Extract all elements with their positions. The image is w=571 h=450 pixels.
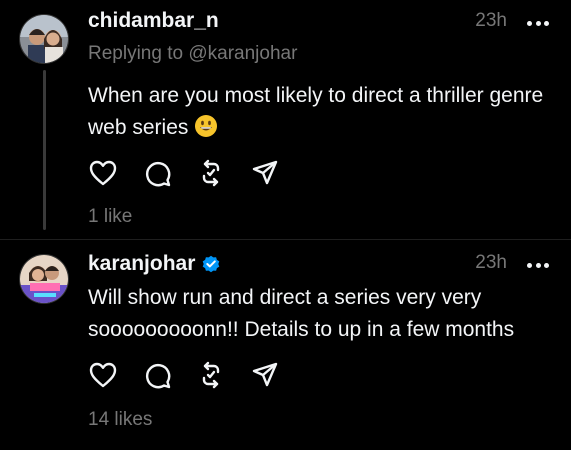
post-text-content: When are you most likely to direct a thr… [88,84,544,139]
post-text: Will show run and direct a series very v… [88,286,515,341]
username[interactable]: chidambar_n [88,9,219,33]
post-text: When are you most likely to direct a thr… [88,80,548,144]
likes-count[interactable]: 1 like [88,206,132,228]
avatar[interactable] [19,254,69,304]
verified-badge-icon [201,254,221,274]
reply-post: chidambar_n 23h Replying to @karanjohar … [0,0,571,240]
reply-post: karanjohar 23h Will show run and direct … [0,240,571,450]
replying-to: Replying to @karanjohar [88,43,298,64]
comment-icon[interactable] [142,158,172,188]
comment-icon[interactable] [142,360,172,390]
share-icon[interactable] [250,158,280,188]
action-bar [88,158,280,188]
more-icon[interactable] [527,261,549,269]
likes-count[interactable]: 14 likes [88,409,152,431]
share-icon[interactable] [250,360,280,390]
heart-icon[interactable] [88,158,118,188]
repost-icon[interactable] [196,158,226,188]
timestamp: 23h [475,10,507,31]
username[interactable]: karanjohar [88,252,221,276]
timestamp: 23h [475,252,507,273]
repost-icon[interactable] [196,360,226,390]
avatar[interactable] [19,14,69,64]
action-bar [88,360,280,390]
username-text[interactable]: karanjohar [88,252,195,276]
grinning-face-icon [194,114,218,138]
heart-icon[interactable] [88,360,118,390]
more-icon[interactable] [527,19,549,27]
thread-line [43,70,46,230]
